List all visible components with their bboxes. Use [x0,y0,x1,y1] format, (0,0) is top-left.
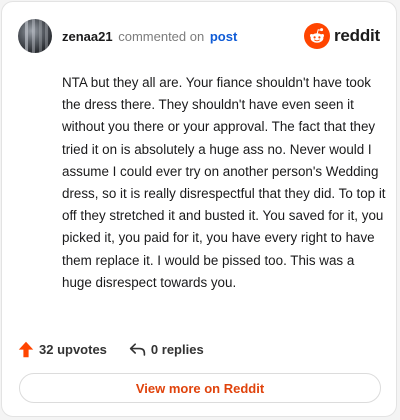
reply-arrow-icon [129,342,146,357]
avatar-texture [45,19,48,53]
view-more-button[interactable]: View more on Reddit [19,373,381,403]
upvote-count: 32 upvotes [39,341,107,357]
upvote-arrow-icon [18,341,34,358]
avatar-texture [39,19,42,53]
reddit-logo[interactable]: reddit [303,23,380,49]
reddit-wordmark: reddit [333,26,380,45]
username[interactable]: zenaa21 [62,29,113,44]
comment-header: zenaa21 commented on post reddit [18,16,380,56]
avatar-texture [25,19,28,53]
post-link[interactable]: post [210,29,237,44]
reddit-comment-embed: zenaa21 commented on post reddit NTA but [1,1,397,417]
avatar-texture [32,19,35,53]
comment-body: NTA but they all are. Your fiance should… [62,75,386,290]
comment-meta: zenaa21 commented on post [62,29,237,44]
reply-count: 0 replies [150,341,204,357]
comment-actions: 32 upvotes 0 replies [18,338,204,360]
avatar[interactable] [18,19,52,53]
reply-button[interactable]: 0 replies [129,342,204,357]
action-text: commented on [118,28,205,44]
reddit-snoo-icon [303,23,330,49]
upvote-button[interactable]: 32 upvotes [18,341,107,358]
